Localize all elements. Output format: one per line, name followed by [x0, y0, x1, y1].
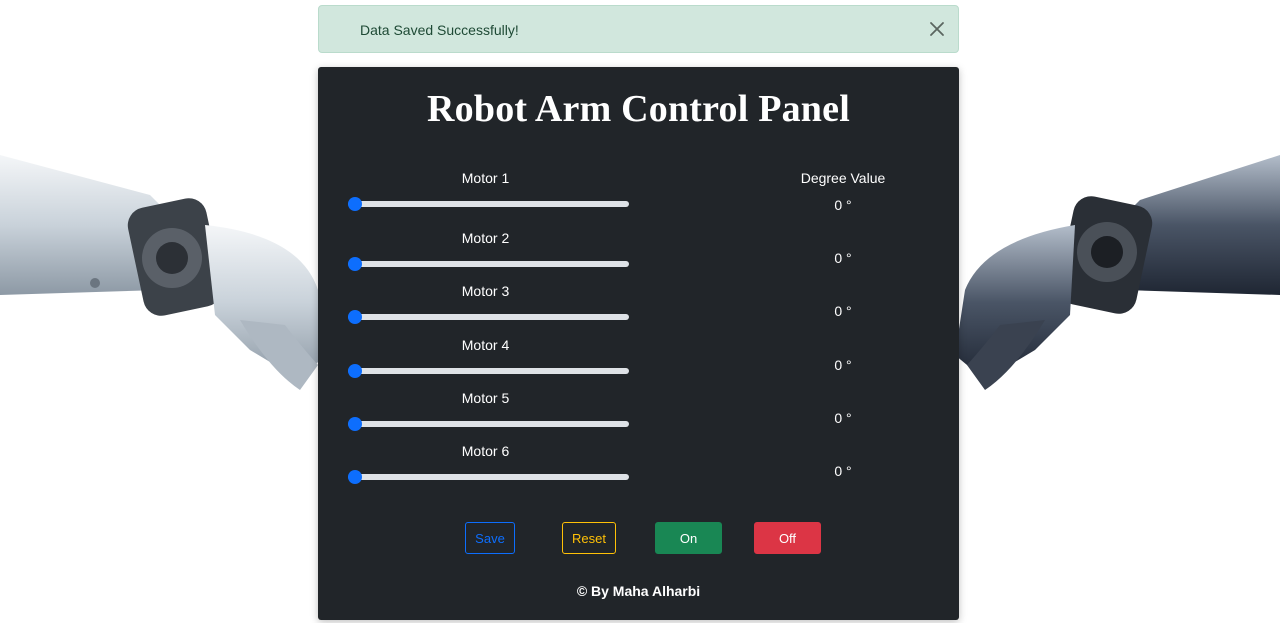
- slider-track: [348, 368, 629, 374]
- slider-thumb[interactable]: [348, 417, 362, 431]
- slider-track: [348, 261, 629, 267]
- slider-thumb[interactable]: [348, 310, 362, 324]
- motor-6-slider[interactable]: [348, 469, 629, 485]
- slider-thumb[interactable]: [348, 470, 362, 484]
- motor-2-slider[interactable]: [348, 256, 629, 272]
- off-button[interactable]: Off: [754, 522, 821, 554]
- reset-button[interactable]: Reset: [562, 522, 616, 554]
- slider-thumb[interactable]: [348, 364, 362, 378]
- motor-4-degree: 0 °: [834, 357, 852, 373]
- footer-credit: © By Maha Alharbi: [576, 583, 701, 599]
- robot-arm-right-image: [955, 155, 1280, 390]
- slider-track: [348, 421, 629, 427]
- control-panel: Robot Arm Control Panel Degree Value Mot…: [318, 67, 959, 620]
- motor-2-label: Motor 2: [461, 230, 510, 246]
- motor-4-label: Motor 4: [461, 337, 510, 353]
- motor-3-label: Motor 3: [461, 283, 510, 299]
- motor-1-degree: 0 °: [834, 197, 852, 213]
- slider-thumb[interactable]: [348, 257, 362, 271]
- on-button[interactable]: On: [655, 522, 722, 554]
- motor-4-slider[interactable]: [348, 363, 629, 379]
- slider-track: [348, 201, 629, 207]
- slider-track: [348, 474, 629, 480]
- motor-5-slider[interactable]: [348, 416, 629, 432]
- alert-message: Data Saved Successfully!: [360, 22, 519, 38]
- save-button[interactable]: Save: [465, 522, 515, 554]
- motor-1-label: Motor 1: [461, 170, 510, 186]
- motor-3-degree: 0 °: [834, 303, 852, 319]
- success-alert: Data Saved Successfully!: [318, 5, 959, 53]
- slider-track: [348, 314, 629, 320]
- motor-2-degree: 0 °: [834, 250, 852, 266]
- motor-1-slider[interactable]: [348, 196, 629, 212]
- robot-arm-left-image: [0, 155, 330, 390]
- motor-6-label: Motor 6: [461, 443, 510, 459]
- motor-5-label: Motor 5: [461, 390, 510, 406]
- degree-value-header: Degree Value: [800, 170, 886, 186]
- alert-close-button[interactable]: [926, 18, 948, 40]
- close-icon: [930, 22, 944, 36]
- motor-5-degree: 0 °: [834, 410, 852, 426]
- motor-3-slider[interactable]: [348, 309, 629, 325]
- motor-6-degree: 0 °: [834, 463, 852, 479]
- slider-thumb[interactable]: [348, 197, 362, 211]
- page-title: Robot Arm Control Panel: [427, 88, 850, 130]
